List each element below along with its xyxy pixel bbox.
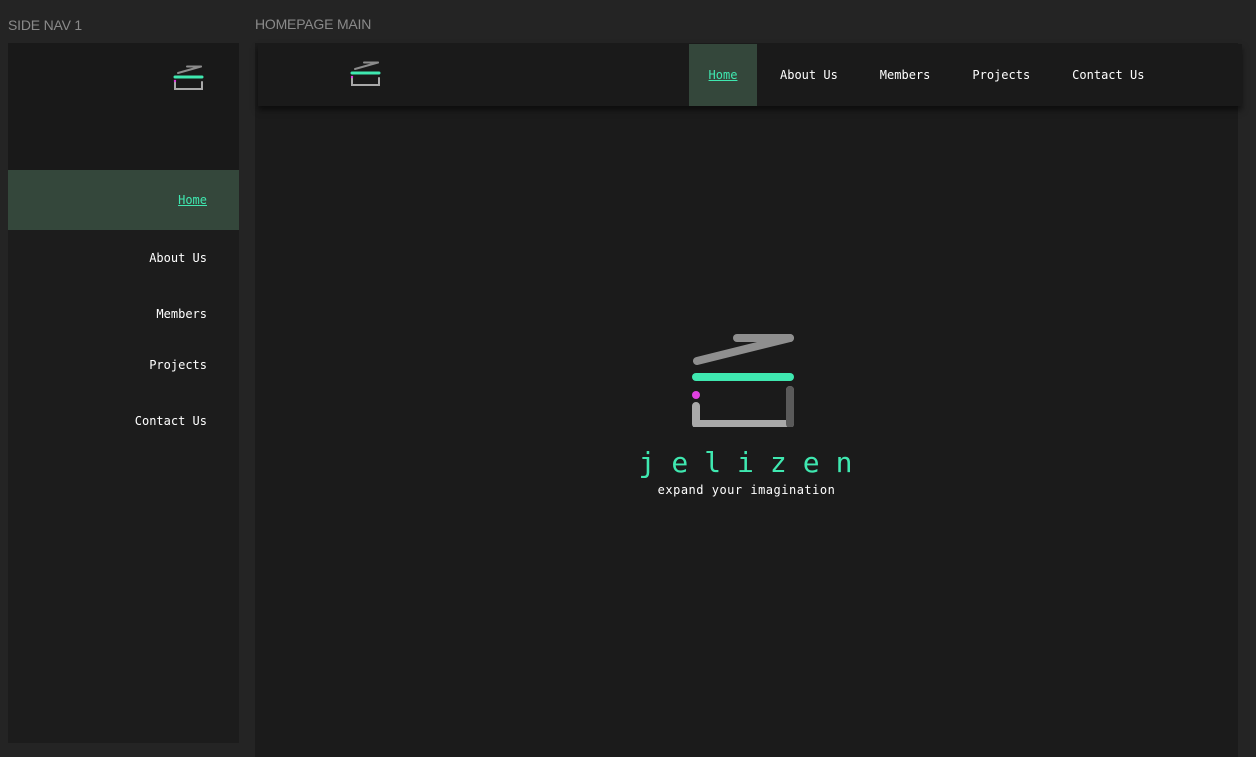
hero: jelizen expand your imagination [255, 323, 1238, 497]
side-nav-item-projects[interactable]: Projects [8, 346, 239, 384]
top-nav-item-members[interactable]: Members [880, 44, 931, 106]
top-nav-item-home[interactable]: Home [689, 44, 757, 106]
side-nav: Home About Us Members Projects Contact U… [8, 43, 239, 743]
top-nav-item-projects[interactable]: Projects [972, 44, 1030, 106]
side-nav-header [8, 43, 239, 170]
side-nav-frame-label: SIDE NAV 1 [8, 17, 82, 33]
jelizen-logo-icon[interactable] [350, 61, 381, 93]
top-nav-item-contact-us[interactable]: Contact Us [1072, 44, 1144, 106]
jelizen-logo-icon [691, 334, 794, 427]
side-nav-item-contact-us[interactable]: Contact Us [8, 402, 239, 440]
top-nav-item-about-us[interactable]: About Us [780, 44, 838, 106]
brand-tagline: expand your imagination [657, 483, 836, 497]
side-nav-item-about-us[interactable]: About Us [8, 239, 239, 277]
homepage-main: Home About Us Members Projects Contact U… [255, 43, 1242, 757]
side-nav-item-home[interactable]: Home [8, 170, 239, 230]
jelizen-logo-icon[interactable] [173, 65, 204, 97]
top-nav: Home About Us Members Projects Contact U… [689, 44, 1144, 106]
side-nav-item-members[interactable]: Members [8, 295, 239, 333]
brand-title: jelizen [638, 446, 869, 479]
main-frame-label: HOMEPAGE MAIN [255, 16, 372, 32]
top-nav-bar: Home About Us Members Projects Contact U… [258, 44, 1242, 106]
